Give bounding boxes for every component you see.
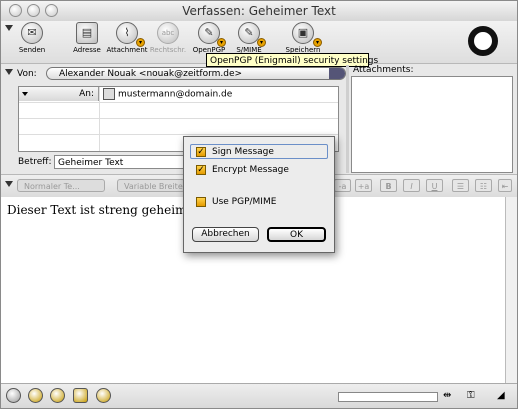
paperclip-icon: ⌇ [116, 22, 138, 44]
subject-input[interactable]: Geheimer Text [54, 155, 203, 169]
attachment-menu-arrow[interactable]: ▾ [136, 38, 145, 47]
chevron-down-icon [329, 68, 345, 79]
attachment-button[interactable]: ⌇ ▾ Attachment [106, 22, 148, 54]
encrypt-message-label: Encrypt Message [212, 165, 289, 175]
ok-button[interactable]: OK [267, 227, 326, 242]
sign-message-label: Sign Message [212, 147, 274, 157]
recipient-row-empty[interactable] [19, 119, 338, 135]
progress-bar [338, 392, 438, 402]
from-select[interactable]: Alexander Nouak <nouak@zeitform.de> [46, 67, 346, 80]
format-bar-collapse-triangle[interactable] [5, 181, 13, 187]
openpgp-button[interactable]: ✎ ▾ OpenPGP [189, 22, 229, 54]
from-label: Von: [17, 69, 37, 79]
online-status-icon[interactable] [6, 388, 21, 403]
send-label: Senden [18, 46, 46, 54]
spellcheck-button[interactable]: abc Rechtschr. [147, 22, 189, 54]
send-button[interactable]: ✉ Senden [11, 22, 53, 54]
openpgp-menu-arrow[interactable]: ▾ [217, 38, 226, 47]
bold-button[interactable]: B [380, 179, 397, 192]
openpgp-settings-popup: ✓ Sign Message ✓ Encrypt Message Use PGP… [183, 136, 335, 253]
from-value: Alexander Nouak <nouak@zeitform.de> [59, 69, 243, 79]
save-menu-arrow[interactable]: ▾ [313, 38, 322, 47]
title-bar[interactable]: Verfassen: Geheimer Text [1, 1, 517, 22]
attachments-label: Attachments: [353, 65, 414, 75]
address-book-status-icon[interactable] [73, 388, 88, 403]
outdent-icon[interactable]: ⇤ [498, 179, 512, 192]
security-key-icon: ⚿ [467, 390, 475, 401]
encrypt-message-checkbox[interactable]: ✓ [196, 165, 206, 175]
activity-throbber-icon [468, 26, 498, 56]
address-card-icon [103, 88, 115, 100]
smime-button[interactable]: ✎ ▾ S/MIME [229, 22, 269, 54]
address-button[interactable]: ▤ Adresse [67, 22, 107, 54]
numbered-list-icon[interactable]: ☷ [475, 179, 492, 192]
cancel-button[interactable]: Abbrechen [192, 227, 259, 242]
sign-message-checkbox[interactable]: ✓ [196, 147, 206, 157]
use-pgpmime-label: Use PGP/MIME [212, 197, 277, 207]
bullet-list-icon[interactable]: ☰ [452, 179, 469, 192]
underline-button[interactable]: U [426, 179, 443, 192]
smaller-text-button[interactable]: -a [334, 179, 351, 192]
recipient-type-select[interactable]: An: [19, 87, 99, 101]
mail-icon[interactable] [28, 388, 43, 403]
larger-text-button[interactable]: +a [355, 179, 372, 192]
spellcheck-icon: abc [157, 22, 179, 44]
body-scrollbar[interactable] [505, 197, 517, 383]
send-icon: ✉ [21, 22, 43, 44]
message-body-text: Dieser Text ist streng geheim! [7, 203, 192, 217]
save-icon: ▣ [292, 22, 314, 44]
use-pgpmime-checkbox[interactable] [196, 197, 206, 207]
chevron-down-icon [22, 92, 28, 96]
paragraph-style-select[interactable]: Normaler Te... [17, 179, 105, 192]
recipient-row-empty[interactable] [19, 103, 338, 119]
resize-grip-icon[interactable]: ◢ [497, 390, 505, 401]
save-button[interactable]: ▣ ▾ Speichern [281, 22, 325, 54]
address-label: Adresse [73, 46, 101, 54]
recipient-type-value: An: [79, 89, 94, 99]
connection-icon: ⇹ [443, 390, 452, 401]
recipient-address-field[interactable]: mustermann@domain.de [103, 88, 232, 102]
composer-icon[interactable] [50, 388, 65, 403]
recipient-address-value: mustermann@domain.de [118, 89, 233, 100]
browser-icon[interactable] [96, 388, 111, 403]
compose-window: Verfassen: Geheimer Text ✉ Senden ▤ Adre… [0, 0, 518, 409]
window-title: Verfassen: Geheimer Text [182, 4, 336, 18]
recipient-row[interactable]: An: mustermann@domain.de [19, 87, 338, 103]
spellcheck-label: Rechtschr. [149, 46, 187, 54]
pane-splitter[interactable] [346, 65, 349, 173]
font-select[interactable]: Variable Breite [117, 179, 185, 192]
header-collapse-triangle[interactable] [5, 69, 13, 75]
status-bar: ⇹ ⚿ ◢ [1, 383, 517, 408]
attachments-list[interactable] [351, 76, 513, 173]
subject-label: Betreff: [18, 157, 52, 167]
smime-menu-arrow[interactable]: ▾ [257, 38, 266, 47]
address-book-icon: ▤ [76, 22, 98, 44]
attachment-label: Attachment [106, 46, 148, 54]
italic-button[interactable]: I [403, 179, 420, 192]
